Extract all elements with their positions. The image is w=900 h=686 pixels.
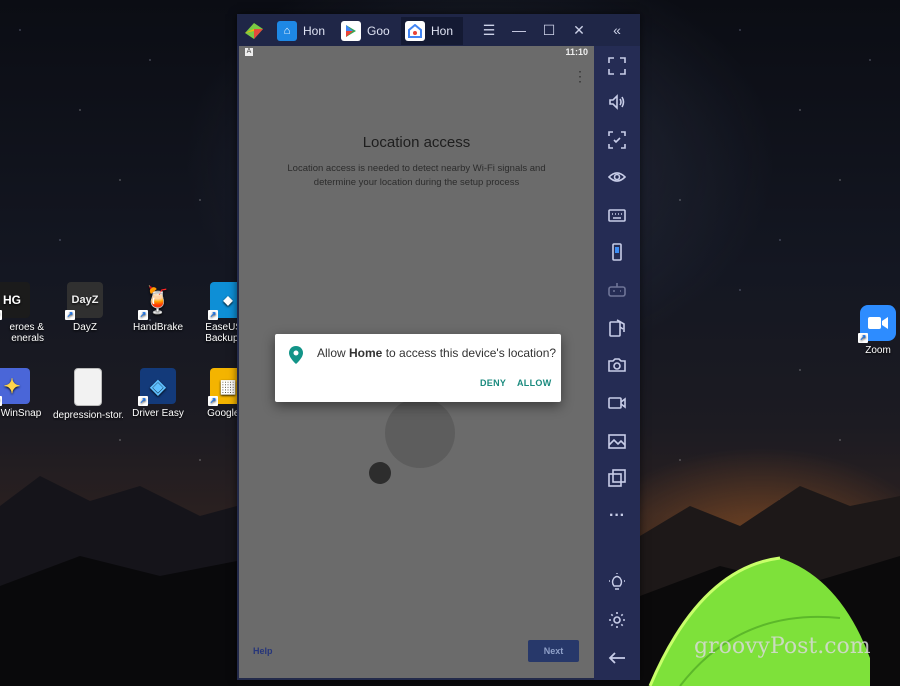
gamepad-icon[interactable] bbox=[605, 278, 629, 302]
notification-icon: A bbox=[245, 48, 253, 56]
desktop-icon-heroes-generals[interactable]: HG↗ eroes & enerals bbox=[0, 282, 44, 344]
more-icon[interactable]: ··· bbox=[605, 504, 629, 528]
desktop-icon-depression-story[interactable]: depression-stor... bbox=[53, 368, 123, 421]
location-permission-dialog: Allow Home to access this device's locat… bbox=[275, 334, 561, 402]
status-bar: A 11:10 bbox=[239, 46, 594, 60]
minimize-icon[interactable]: — bbox=[509, 20, 529, 40]
tent-illustration bbox=[648, 556, 870, 686]
tab-home-1[interactable]: ⌂ Hon bbox=[273, 17, 333, 45]
keyboard-icon[interactable] bbox=[605, 203, 629, 227]
menu-icon[interactable]: ☰ bbox=[479, 20, 499, 40]
loading-circle-large bbox=[385, 398, 455, 468]
play-store-icon bbox=[341, 21, 361, 41]
overflow-menu-icon[interactable]: ⋮ bbox=[573, 69, 587, 83]
screenshot-area-icon[interactable] bbox=[605, 128, 629, 152]
collapse-sidebar-icon[interactable]: « bbox=[607, 20, 627, 40]
fullscreen-icon[interactable] bbox=[605, 54, 629, 78]
bulb-icon[interactable] bbox=[605, 570, 629, 594]
help-link[interactable]: Help bbox=[253, 646, 273, 656]
page-title: Location access bbox=[362, 134, 471, 151]
close-icon[interactable]: ✕ bbox=[569, 20, 589, 40]
desktop-icon-dayz[interactable]: DayZ ↗ DayZ bbox=[53, 282, 117, 333]
record-icon[interactable] bbox=[605, 391, 629, 415]
google-home-icon bbox=[405, 21, 425, 41]
media-folder-icon[interactable] bbox=[605, 429, 629, 453]
eye-icon[interactable] bbox=[605, 165, 629, 189]
loading-circle-small bbox=[369, 462, 391, 484]
deny-button[interactable]: DENY bbox=[480, 378, 506, 388]
camera-icon[interactable] bbox=[605, 353, 629, 377]
volume-icon[interactable] bbox=[605, 90, 629, 114]
settings-icon[interactable] bbox=[605, 608, 629, 632]
page-subtitle: Location access is needed to detect near… bbox=[287, 163, 546, 188]
handbrake-icon: 🍹 ↗ bbox=[138, 284, 175, 320]
title-bar: ⌂ Hon Goo Hon ☰ — ☐ ✕ « bbox=[237, 14, 640, 46]
install-apk-icon[interactable] bbox=[605, 316, 629, 340]
bluestacks-sidebar: ··· bbox=[594, 46, 640, 680]
dayz-icon: DayZ ↗ bbox=[65, 282, 103, 320]
bluestacks-window: ⌂ Hon Goo Hon ☰ — ☐ ✕ « A 11:10 ⋮ Locati… bbox=[237, 14, 640, 680]
driver-easy-icon: ◈ ↗ bbox=[138, 368, 176, 406]
status-time: 11:10 bbox=[565, 47, 588, 57]
zoom-icon: ↗ bbox=[858, 305, 896, 343]
back-icon[interactable] bbox=[605, 646, 629, 670]
document-icon bbox=[74, 368, 102, 406]
location-pin-icon bbox=[289, 346, 303, 369]
tab-home-active[interactable]: Hon bbox=[401, 17, 463, 45]
allow-button[interactable]: ALLOW bbox=[517, 378, 552, 388]
home-app-icon: ⌂ bbox=[277, 21, 297, 41]
winsnap-icon: ✦↗ bbox=[0, 368, 30, 406]
android-screen: A 11:10 ⋮ Location access Location acces… bbox=[239, 46, 594, 678]
desktop-icon-handbrake[interactable]: 🍹 ↗ HandBrake bbox=[126, 282, 190, 334]
desktop-icon-driver-easy[interactable]: ◈ ↗ Driver Easy bbox=[126, 368, 190, 419]
bluestacks-logo-icon[interactable] bbox=[243, 19, 265, 41]
heroes-generals-icon: HG↗ bbox=[0, 282, 30, 320]
next-button[interactable]: Next bbox=[528, 640, 579, 662]
maximize-icon[interactable]: ☐ bbox=[539, 20, 559, 40]
device-rotate-icon[interactable] bbox=[605, 240, 629, 264]
multi-instance-icon[interactable] bbox=[605, 466, 629, 490]
desktop-icon-winsnap[interactable]: ✦↗ WinSnap bbox=[0, 368, 44, 419]
dialog-message: Allow Home to access this device's locat… bbox=[317, 346, 557, 360]
tab-google-play[interactable]: Goo bbox=[337, 17, 397, 45]
desktop-icon-zoom[interactable]: ↗ Zoom bbox=[846, 305, 900, 356]
watermark-text: groovyPost.com bbox=[694, 634, 871, 659]
